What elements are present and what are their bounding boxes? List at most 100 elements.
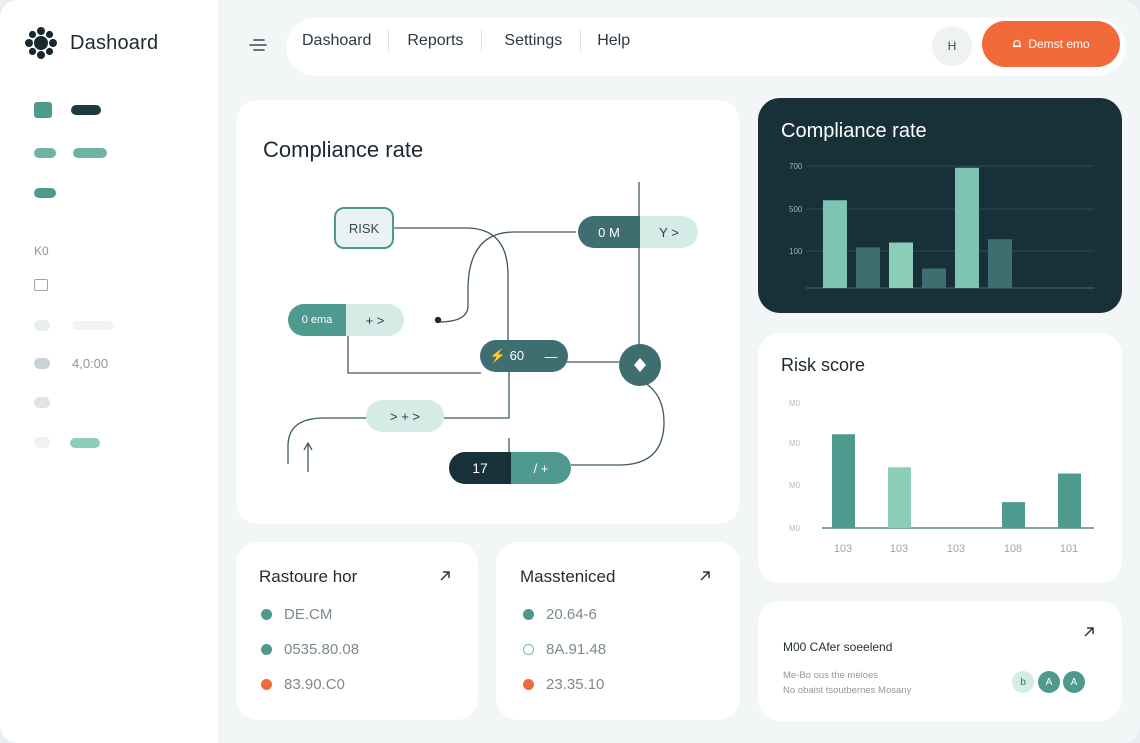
list-item: 8A.91.48 <box>523 641 606 658</box>
list-item-value: 23.35.10 <box>546 676 605 693</box>
status-dot <box>261 679 272 690</box>
list-item: 20.64-6 <box>523 606 597 623</box>
nav-settings[interactable]: Settings <box>504 32 562 50</box>
app-frame: Dashoard K0 4,0:00 Dashoard Reports Sett… <box>0 0 1140 743</box>
bar <box>988 239 1012 288</box>
y-tick-label: M0 <box>789 524 801 533</box>
sidebar-item-8[interactable] <box>34 397 50 408</box>
arrow-up-right-icon[interactable] <box>438 569 452 583</box>
list-item-value: 83.90.C0 <box>284 676 345 693</box>
nav-divider <box>388 30 390 52</box>
sidebar-item-icon <box>34 320 50 331</box>
sidebar-item-1[interactable] <box>34 102 101 118</box>
flow-node-bottom[interactable]: 17 / + <box>449 452 571 484</box>
flow-node-center[interactable]: ⚡ 60 — <box>480 340 568 372</box>
nav-divider <box>481 30 483 52</box>
sidebar-item-4[interactable]: K0 <box>34 244 49 258</box>
status-dot <box>523 679 534 690</box>
image-icon <box>34 279 48 291</box>
flow-node-left: ⚡ 60 <box>480 340 534 372</box>
card-description-line-2: No obaist tsoutbernes Mosany <box>783 685 912 696</box>
sidebar-item-label <box>73 148 107 158</box>
demo-button-label: Demst emo <box>1028 37 1090 51</box>
flow-node-right: Y > <box>640 216 698 248</box>
card-title: M00 CAfer soeelend <box>783 640 893 654</box>
brand-logo-icon <box>25 27 57 59</box>
flow-node-top-right[interactable]: 0 M Y > <box>578 216 698 248</box>
sidebar-item-label <box>70 437 100 448</box>
sidebar-item-icon <box>34 148 56 158</box>
y-tick-label: M0 <box>789 439 801 448</box>
sidebar-item-icon <box>34 358 50 369</box>
sidebar-item-icon <box>34 437 50 448</box>
y-tick-label: M0 <box>789 399 801 408</box>
avatar[interactable]: A <box>1063 671 1085 693</box>
summary-card-1[interactable]: Rastoure hor DE.CM 0535.80.08 83.90.C0 <box>236 542 478 720</box>
sidebar-item-label: K0 <box>34 244 49 258</box>
avatar[interactable]: b <box>1012 671 1034 693</box>
schedule-card[interactable]: M00 CAfer soeelend Me-Bo ous the meloes … <box>758 601 1122 721</box>
risk-node[interactable]: RISK <box>334 207 394 249</box>
y-tick-label: 100 <box>789 247 803 256</box>
list-item: 23.35.10 <box>523 676 604 693</box>
x-tick-label: 103 <box>890 543 908 555</box>
bar <box>888 467 911 528</box>
bar <box>955 167 979 288</box>
list-item-value: DE.CM <box>284 606 333 623</box>
sidebar-item-2[interactable] <box>34 148 107 158</box>
list-item: 83.90.C0 <box>261 676 345 693</box>
brand-name: Dashoard <box>70 31 159 54</box>
nav-dashboard[interactable]: Dashoard <box>302 32 371 50</box>
demo-button[interactable]: Demst emo <box>982 21 1120 67</box>
bar <box>1002 502 1025 528</box>
list-item-value: 8A.91.48 <box>546 641 607 658</box>
status-dot <box>261 609 272 620</box>
flow-node-right: — <box>534 340 568 372</box>
sidebar-item-icon <box>34 397 50 408</box>
card-title: Massteniced <box>520 567 616 586</box>
y-tick-label: M0 <box>789 481 801 490</box>
sidebar-item-label <box>71 105 101 115</box>
bar <box>856 247 880 288</box>
sidebar-item-6[interactable] <box>34 320 114 331</box>
sidebar-item-icon <box>34 188 56 198</box>
flow-node-right: / + <box>511 452 571 484</box>
profile-button[interactable]: H <box>932 26 972 66</box>
nav-divider <box>580 30 582 52</box>
x-tick-label: 108 <box>1004 543 1022 555</box>
flow-node-lower[interactable]: > + > <box>366 400 444 432</box>
compliance-chart-card: Compliance rate 700 500 100 <box>758 98 1122 313</box>
sidebar-item-9[interactable] <box>34 437 100 448</box>
x-tick-label: 103 <box>947 543 965 555</box>
sidebar-item-7[interactable]: 4,0:00 <box>34 356 108 371</box>
bar <box>832 434 855 528</box>
bar <box>889 242 913 288</box>
flow-node-left: 0 ema <box>288 304 346 336</box>
list-item: 0535.80.08 <box>261 641 359 658</box>
menu-icon[interactable] <box>248 36 268 54</box>
bar <box>922 268 946 288</box>
arrow-up-right-icon[interactable] <box>698 569 712 583</box>
avatar[interactable]: A <box>1038 671 1060 693</box>
nav-help[interactable]: Help <box>597 32 630 50</box>
flow-node-right: + > <box>346 304 404 336</box>
bell-icon <box>1013 39 1022 48</box>
sidebar-item-5[interactable] <box>34 279 48 291</box>
flow-node-left: 17 <box>449 452 511 484</box>
risk-score-card: Risk score M0 M0 M0 M0 103 103 103 108 101 <box>758 333 1122 583</box>
status-dot <box>261 644 272 655</box>
arrow-up-right-icon[interactable] <box>1082 625 1096 639</box>
y-tick-label: 500 <box>789 205 803 214</box>
flow-node-mid-left[interactable]: 0 ema + > <box>288 304 404 336</box>
risk-bar-chart: M0 M0 M0 M0 103 103 103 108 101 <box>789 399 1094 555</box>
summary-card-2[interactable]: Massteniced 20.64-6 8A.91.48 23.35.10 <box>496 542 740 720</box>
bar <box>823 200 847 288</box>
sidebar-item-label <box>72 321 114 330</box>
list-item-value: 0535.80.08 <box>284 641 360 658</box>
sidebar: Dashoard K0 4,0:00 <box>0 0 218 743</box>
nav-reports[interactable]: Reports <box>407 32 463 50</box>
sidebar-item-3[interactable] <box>34 188 56 198</box>
flow-node-left: 0 M <box>578 216 640 248</box>
brand[interactable]: Dashoard <box>24 26 158 60</box>
status-dot <box>523 644 534 655</box>
